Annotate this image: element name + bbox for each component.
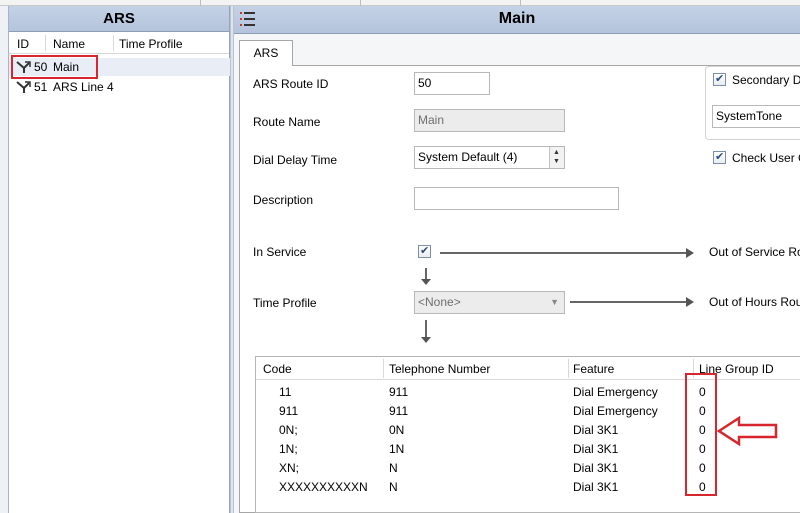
tab-ars[interactable]: ARS xyxy=(239,40,293,66)
main-panel-title: Main xyxy=(498,10,536,27)
ars-list-header: ID Name Time Profile xyxy=(9,32,229,54)
cell-number: 1N xyxy=(389,442,405,456)
check-user-label: Check User C xyxy=(732,151,800,165)
description-field[interactable] xyxy=(414,187,619,210)
red-arrow-icon xyxy=(717,416,778,446)
column-header-code[interactable]: Code xyxy=(263,362,292,376)
column-header-id[interactable]: ID xyxy=(17,37,29,51)
cell-number: 0N xyxy=(389,423,405,437)
spin-up-icon[interactable]: ▲ xyxy=(553,149,560,157)
column-divider[interactable] xyxy=(113,35,114,51)
cell-number: 911 xyxy=(389,404,409,418)
out-of-hours-connector xyxy=(570,301,687,303)
route-id-field[interactable]: 50 xyxy=(414,72,490,95)
secondary-dial-tone-checkbox[interactable] xyxy=(713,72,726,86)
dial-delay-value: System Default (4) xyxy=(418,150,518,164)
selection-highlight-box xyxy=(11,55,98,79)
dropdown-arrow-icon: ▼ xyxy=(550,297,559,307)
in-service-checkbox[interactable] xyxy=(418,244,431,258)
cell-code: XN; xyxy=(279,461,300,475)
time-profile-value: <None> xyxy=(418,295,461,309)
flow-connector xyxy=(425,268,427,279)
cell-code: 0N; xyxy=(279,423,298,437)
connector-arrowhead xyxy=(686,248,694,258)
time-profile-label: Time Profile xyxy=(253,296,317,310)
cell-code: 11 xyxy=(279,385,292,399)
navigation-edge[interactable] xyxy=(0,6,9,513)
dial-delay-stepper[interactable]: System Default (4) ▲ ▼ xyxy=(414,146,565,169)
dial-delay-spin[interactable]: ▲ ▼ xyxy=(549,147,564,168)
route-icon xyxy=(16,81,31,93)
ars-item-id: 51 xyxy=(34,80,48,94)
column-divider[interactable] xyxy=(568,359,569,378)
check-user-checkbox[interactable] xyxy=(713,150,726,164)
cell-feature: Dial 3K1 xyxy=(573,423,619,437)
out-of-service-label: Out of Service Ro xyxy=(709,245,800,259)
time-profile-select: <None> ▼ xyxy=(414,291,565,314)
line-group-highlight-box xyxy=(685,373,717,496)
table-header: Code Telephone Number Feature Line Group… xyxy=(256,357,800,380)
column-header-feature[interactable]: Feature xyxy=(573,362,614,376)
cell-number: 911 xyxy=(389,385,409,399)
column-divider[interactable] xyxy=(383,359,384,378)
flow-connector xyxy=(425,320,427,338)
cell-feature: Dial 3K1 xyxy=(573,461,619,475)
connector-arrowhead xyxy=(421,279,431,285)
spin-down-icon[interactable]: ▼ xyxy=(553,158,560,166)
ars-panel-title: ARS xyxy=(9,6,229,32)
cell-number: N xyxy=(389,461,398,475)
cell-feature: Dial 3K1 xyxy=(573,442,619,456)
secondary-tone-select[interactable]: SystemTone xyxy=(712,105,800,128)
column-header-telephone-number[interactable]: Telephone Number xyxy=(389,362,490,376)
route-id-label: ARS Route ID xyxy=(253,77,329,91)
column-header-time-profile[interactable]: Time Profile xyxy=(119,37,183,51)
column-divider[interactable] xyxy=(45,35,46,51)
cell-code: XXXXXXXXXXN xyxy=(279,480,368,494)
ars-item-name: ARS Line 4 xyxy=(53,80,114,94)
cell-feature: Dial Emergency xyxy=(573,385,658,399)
dial-delay-label: Dial Delay Time xyxy=(253,153,338,167)
ars-list-panel: ARS ID Name Time Profile 50 Main 51 ARS … xyxy=(9,6,230,513)
cell-feature: Dial 3K1 xyxy=(573,480,619,494)
connector-arrowhead xyxy=(421,337,431,343)
table-row[interactable]: 11 911 Dial Emergency 0 xyxy=(256,383,800,402)
table-row[interactable]: XXXXXXXXXXN N Dial 3K1 0 xyxy=(256,478,800,497)
route-name-field: Main xyxy=(414,109,565,132)
cell-feature: Dial Emergency xyxy=(573,404,658,418)
cell-code: 1N; xyxy=(279,442,298,456)
ars-list-item-line4[interactable]: 51 ARS Line 4 xyxy=(9,78,230,96)
route-name-label: Route Name xyxy=(253,115,321,129)
column-header-name[interactable]: Name xyxy=(53,37,85,51)
main-panel-title-bar: Main xyxy=(234,6,800,34)
description-label: Description xyxy=(253,193,314,207)
out-of-service-connector xyxy=(440,252,687,254)
cell-number: N xyxy=(389,480,398,494)
connector-arrowhead xyxy=(686,297,694,307)
in-service-label: In Service xyxy=(253,245,307,259)
cell-code: 911 xyxy=(279,404,299,418)
table-row[interactable]: XN; N Dial 3K1 0 xyxy=(256,459,800,478)
secondary-dial-tone-label: Secondary Di xyxy=(732,73,800,87)
out-of-hours-label: Out of Hours Rou xyxy=(709,295,800,309)
